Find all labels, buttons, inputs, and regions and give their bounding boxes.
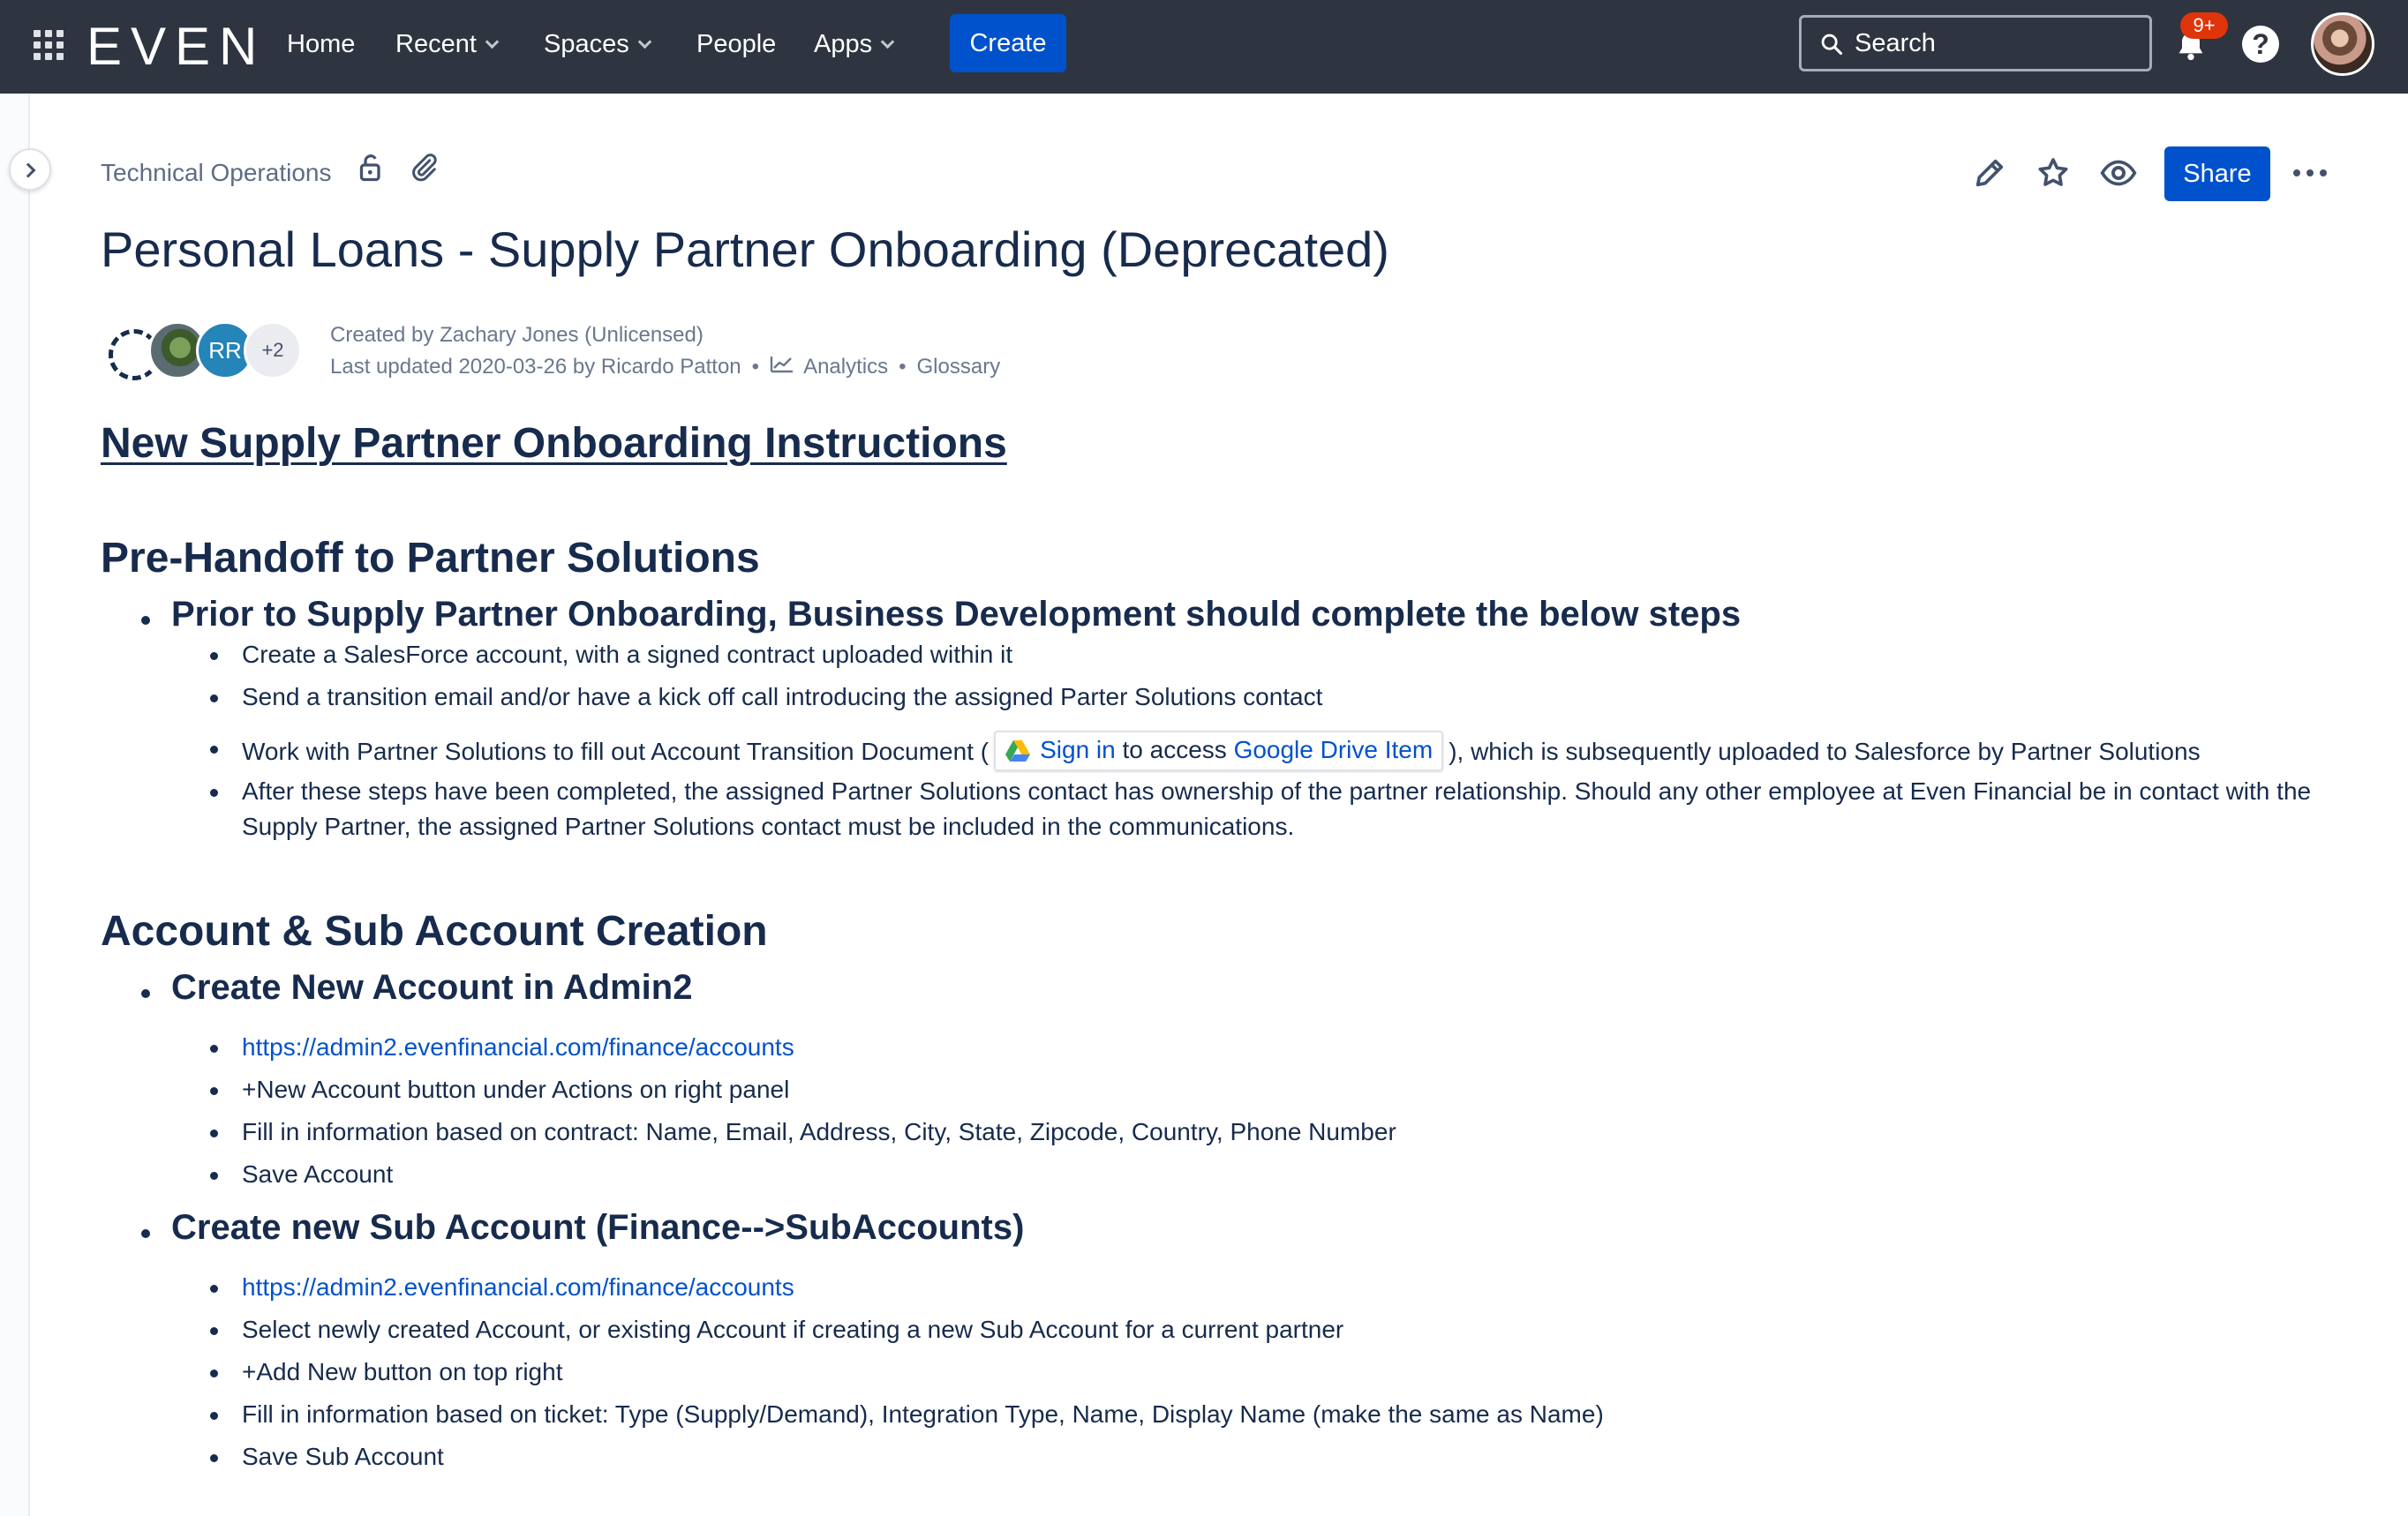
user-avatar[interactable] [2311,12,2374,76]
created-by: Created by Zachary Jones (Unlicensed) [330,323,704,347]
section-heading: Pre-Handoff to Partner Solutions [101,535,760,582]
site-logo[interactable]: EVEN [87,16,266,78]
page-byline: Created by Zachary Jones (Unlicensed) La… [330,319,1000,383]
list-item: After these steps have been completed, t… [171,774,2343,844]
list-item: Select newly created Account, or existin… [171,1312,2343,1347]
chip-text: to access [1115,736,1234,763]
section-list: Create New Account in Admin2 https://adm… [101,961,2343,1475]
list-item: Create new Sub Account (Finance-->SubAcc… [101,1201,2343,1475]
list-item: https://admin2.evenfinancial.com/finance… [171,1030,2343,1065]
search-icon [1821,34,1843,56]
step-text-line: After these steps have been completed, t… [242,777,2312,805]
separator-dot: • [751,355,760,379]
list-item: Prior to Supply Partner Onboarding, Busi… [101,588,2343,844]
list-item-title: Create new Sub Account (Finance-->SubAcc… [171,1208,1025,1247]
last-updated-row: Last updated 2020-03-26 by Ricardo Patto… [330,351,1000,383]
list-item: Send a transition email and/or have a ki… [171,679,2343,715]
step-text: Work with Partner Solutions to fill out … [242,738,990,765]
nav-recent[interactable]: Recent [395,26,500,62]
attachment-icon[interactable] [408,152,440,184]
list-item: +Add New button on top right [171,1355,2343,1390]
analytics-link[interactable]: Analytics [803,355,888,379]
unlock-icon[interactable] [355,152,387,184]
list-item: https://admin2.evenfinancial.com/finance… [171,1270,2343,1305]
analytics-icon [770,356,794,373]
list-item: Save Sub Account [171,1439,2343,1475]
list-item: Save Account [171,1157,2343,1192]
list-item: Create a SalesForce account, with a sign… [171,637,2343,672]
page-content: New Supply Partner Onboarding Instructio… [101,415,2343,1475]
list-item-title: Prior to Supply Partner Onboarding, Busi… [171,595,1742,634]
nav-apps[interactable]: Apps [814,26,895,62]
step-text-line: Supply Partner, the assigned Partner Sol… [242,813,1295,840]
section-heading: Account & Sub Account Creation [101,908,768,955]
list-item: Work with Partner Solutions to fill out … [171,731,2343,772]
chevron-down-icon [485,34,500,49]
nav-apps-label: Apps [814,30,873,58]
contributors[interactable]: RR +2 [101,321,312,380]
google-drive-icon [1005,740,1031,762]
more-actions-icon[interactable] [2293,164,2330,184]
app-switcher-icon[interactable] [34,30,64,60]
sub-list: https://admin2.evenfinancial.com/finance… [171,1270,2343,1475]
last-updated[interactable]: Last updated 2020-03-26 by Ricardo Patto… [330,355,741,379]
sign-in-link[interactable]: Sign in [1040,736,1116,763]
nav-home-label: Home [287,30,356,58]
list-item: Create New Account in Admin2 https://adm… [101,961,2343,1192]
nav-spaces[interactable]: Spaces [544,26,652,62]
glossary-link[interactable]: Glossary [917,355,1001,379]
share-button[interactable]: Share [2164,146,2270,201]
list-item: +New Account button under Actions on rig… [171,1072,2343,1107]
nav-home[interactable]: Home [287,26,355,62]
list-item-title: Create New Account in Admin2 [171,968,693,1007]
sub-list: Create a SalesForce account, with a sign… [171,637,2343,844]
nav-spaces-label: Spaces [544,30,629,58]
section-list: Prior to Supply Partner Onboarding, Busi… [101,588,2343,844]
more-contributors[interactable]: +2 [244,321,302,379]
google-drive-item-link[interactable]: Google Drive Item [1234,736,1434,763]
watch-eye-icon[interactable] [2099,155,2138,191]
list-item: Fill in information based on ticket: Typ… [171,1397,2343,1432]
step-text: ), which is subsequently uploaded to Sal… [1449,738,2201,765]
sub-list: https://admin2.evenfinancial.com/finance… [171,1030,2343,1192]
list-item: Fill in information based on contract: N… [171,1114,2343,1150]
heading-link[interactable]: New Supply Partner Onboarding Instructio… [101,415,2343,473]
top-navigation: EVEN Home Recent Spaces People Apps Crea… [0,0,2408,94]
nav-people-label: People [696,30,777,58]
chevron-down-icon [637,34,652,49]
admin2-accounts-link[interactable]: https://admin2.evenfinancial.com/finance… [242,1033,794,1061]
star-icon[interactable] [2036,155,2071,191]
nav-recent-label: Recent [395,30,477,58]
help-icon[interactable]: ? [2242,26,2279,63]
chevron-down-icon [880,34,895,49]
separator-dot: • [899,355,907,379]
sidebar-collapsed [0,94,30,1516]
search-input[interactable] [1855,26,2137,60]
notifications-badge: 9+ [2180,12,2228,39]
breadcrumb-space[interactable]: Technical Operations [101,159,331,187]
create-button[interactable]: Create [950,14,1066,72]
nav-people[interactable]: People [696,26,776,62]
expand-sidebar-button[interactable] [9,148,51,191]
page-title: Personal Loans - Supply Partner Onboardi… [101,221,1389,277]
edit-pencil-icon[interactable] [1972,155,2007,191]
admin2-accounts-link[interactable]: https://admin2.evenfinancial.com/finance… [242,1273,794,1301]
search-box[interactable] [1799,15,2152,71]
google-drive-smart-link[interactable]: Sign in to access Google Drive Item [994,731,1444,771]
